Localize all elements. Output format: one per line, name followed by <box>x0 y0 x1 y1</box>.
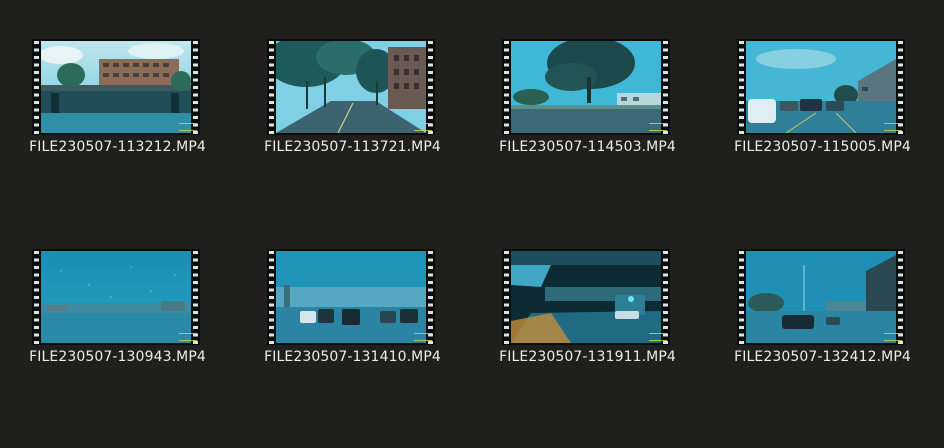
thumbnail-image <box>746 251 896 343</box>
file-name[interactable]: FILE230507-113212.MP4 <box>0 139 235 155</box>
file-tile[interactable]: FILE230507-130943.MP4 <box>0 210 235 420</box>
thumbnail-image <box>41 41 191 133</box>
file-tile[interactable]: FILE230507-131911.MP4 <box>470 210 705 420</box>
timestamp-overlay <box>179 333 197 341</box>
file-name[interactable]: FILE230507-130943.MP4 <box>0 349 235 365</box>
film-strip-icon <box>426 39 435 135</box>
video-thumbnail[interactable] <box>502 249 670 345</box>
thumbnail-image <box>746 41 896 133</box>
film-strip-icon <box>32 39 41 135</box>
timestamp-overlay <box>884 333 902 341</box>
film-strip-icon <box>896 39 905 135</box>
video-thumbnail[interactable] <box>267 39 435 135</box>
thumbnail-image <box>276 251 426 343</box>
file-tile[interactable]: FILE230507-132412.MP4 <box>705 210 940 420</box>
film-strip-icon <box>737 39 746 135</box>
film-strip-icon <box>502 39 511 135</box>
timestamp-overlay <box>649 333 667 341</box>
video-thumbnail[interactable] <box>32 39 200 135</box>
film-strip-icon <box>426 249 435 345</box>
file-tile[interactable]: FILE230507-113212.MP4 <box>0 0 235 210</box>
video-thumbnail[interactable] <box>737 39 905 135</box>
film-strip-icon <box>32 249 41 345</box>
file-name[interactable]: FILE230507-114503.MP4 <box>470 139 705 155</box>
film-strip-icon <box>267 39 276 135</box>
film-strip-icon <box>661 39 670 135</box>
thumbnail-image <box>276 41 426 133</box>
timestamp-overlay <box>649 123 667 131</box>
thumbnail-image <box>41 251 191 343</box>
video-thumbnail[interactable] <box>32 249 200 345</box>
film-strip-icon <box>502 249 511 345</box>
video-thumbnail[interactable] <box>502 39 670 135</box>
video-file-grid: FILE230507-113212.MP4 FILE230507-113721.… <box>0 0 944 448</box>
timestamp-overlay <box>179 123 197 131</box>
file-tile[interactable]: FILE230507-115005.MP4 <box>705 0 940 210</box>
file-tile[interactable]: FILE230507-114503.MP4 <box>470 0 705 210</box>
video-thumbnail[interactable] <box>737 249 905 345</box>
film-strip-icon <box>191 249 200 345</box>
video-thumbnail[interactable] <box>267 249 435 345</box>
timestamp-overlay <box>884 123 902 131</box>
film-strip-icon <box>737 249 746 345</box>
file-tile[interactable]: FILE230507-131410.MP4 <box>235 210 470 420</box>
file-name[interactable]: FILE230507-131410.MP4 <box>235 349 470 365</box>
file-name[interactable]: FILE230507-115005.MP4 <box>705 139 940 155</box>
film-strip-icon <box>267 249 276 345</box>
file-name[interactable]: FILE230507-131911.MP4 <box>470 349 705 365</box>
file-name[interactable]: FILE230507-113721.MP4 <box>235 139 470 155</box>
thumbnail-image <box>511 251 661 343</box>
thumbnail-image <box>511 41 661 133</box>
file-tile[interactable]: FILE230507-113721.MP4 <box>235 0 470 210</box>
timestamp-overlay <box>414 123 432 131</box>
film-strip-icon <box>191 39 200 135</box>
file-name[interactable]: FILE230507-132412.MP4 <box>705 349 940 365</box>
timestamp-overlay <box>414 333 432 341</box>
film-strip-icon <box>896 249 905 345</box>
film-strip-icon <box>661 249 670 345</box>
